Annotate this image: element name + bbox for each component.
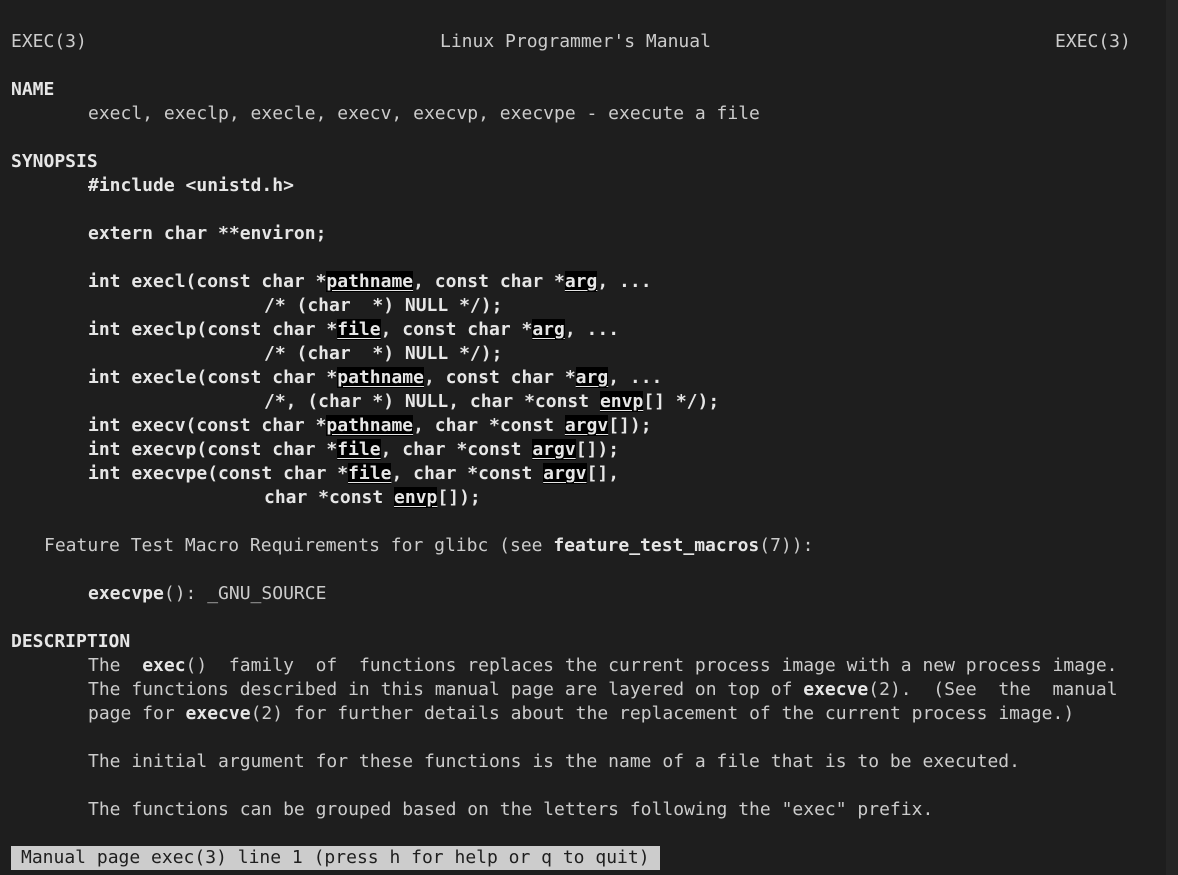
feature-test-macros-ref: feature_test_macros — [553, 535, 760, 556]
description-paragraph-2: The initial argument for these functions… — [88, 751, 1020, 772]
param-argv: argv — [543, 463, 587, 484]
proto-execvpe: int execvpe(const char *file, char *cons… — [88, 463, 620, 484]
include-line: #include <unistd.h> — [88, 175, 294, 196]
feature-test-line: Feature Test Macro Requirements for glib… — [44, 535, 814, 556]
section-heading-description: DESCRIPTION — [11, 631, 131, 652]
terminal-window[interactable]: EXEC(3) Linux Programmer's Manual EXEC(3… — [0, 0, 1166, 875]
proto-execl: int execl(const char *pathname, const ch… — [88, 271, 652, 292]
proto-execvpe-cont: char *const envp[]); — [264, 487, 481, 508]
param-argv: argv — [564, 415, 609, 436]
param-arg: arg — [532, 319, 565, 340]
param-file: file — [337, 439, 381, 460]
section-heading-synopsis: SYNOPSIS — [11, 151, 98, 172]
param-argv: argv — [532, 439, 576, 460]
execve-ref: execve — [185, 703, 251, 724]
param-arg: arg — [575, 367, 609, 388]
page-header-title: Linux Programmer's Manual — [440, 31, 711, 52]
param-pathname: pathname — [326, 271, 414, 292]
param-pathname: pathname — [337, 367, 424, 388]
param-arg: arg — [564, 271, 598, 292]
name-description: execl, execlp, execle, execv, execvp, ex… — [88, 103, 760, 124]
proto-execlp: int execlp(const char *file, const char … — [88, 319, 620, 340]
proto-execlp-cont: /* (char *) NULL */); — [264, 343, 503, 364]
param-pathname: pathname — [326, 415, 414, 436]
param-file: file — [348, 463, 392, 484]
environ-declaration: extern char **environ; — [88, 223, 327, 244]
param-envp: envp — [599, 391, 644, 412]
proto-execle: int execle(const char *pathname, const c… — [88, 367, 663, 388]
description-line-3: page for execve(2) for further details a… — [88, 703, 1075, 724]
terminal-scrollbar[interactable] — [1166, 0, 1178, 875]
proto-execvp: int execvp(const char *file, char *const… — [88, 439, 620, 460]
param-envp: envp — [394, 487, 438, 508]
execve-ref: execve — [803, 679, 869, 700]
description-paragraph-3: The functions can be grouped based on th… — [88, 799, 934, 820]
page-header-left: EXEC(3) — [11, 31, 87, 52]
pager-status-bar: Manual page exec(3) line 1 (press h for … — [11, 846, 660, 870]
proto-execl-cont: /* (char *) NULL */); — [264, 295, 503, 316]
description-line-1: The exec() family of functions replaces … — [88, 655, 1118, 676]
description-line-2: The functions described in this manual p… — [88, 679, 1118, 700]
param-file: file — [337, 319, 381, 340]
proto-execv: int execv(const char *pathname, char *co… — [88, 415, 652, 436]
feature-test-requirement: execvpe(): _GNU_SOURCE — [88, 583, 327, 604]
page-header-right: EXEC(3) — [1055, 31, 1131, 52]
proto-execle-cont: /*, (char *) NULL, char *const envp[] */… — [264, 391, 720, 412]
section-heading-name: NAME — [11, 79, 55, 100]
